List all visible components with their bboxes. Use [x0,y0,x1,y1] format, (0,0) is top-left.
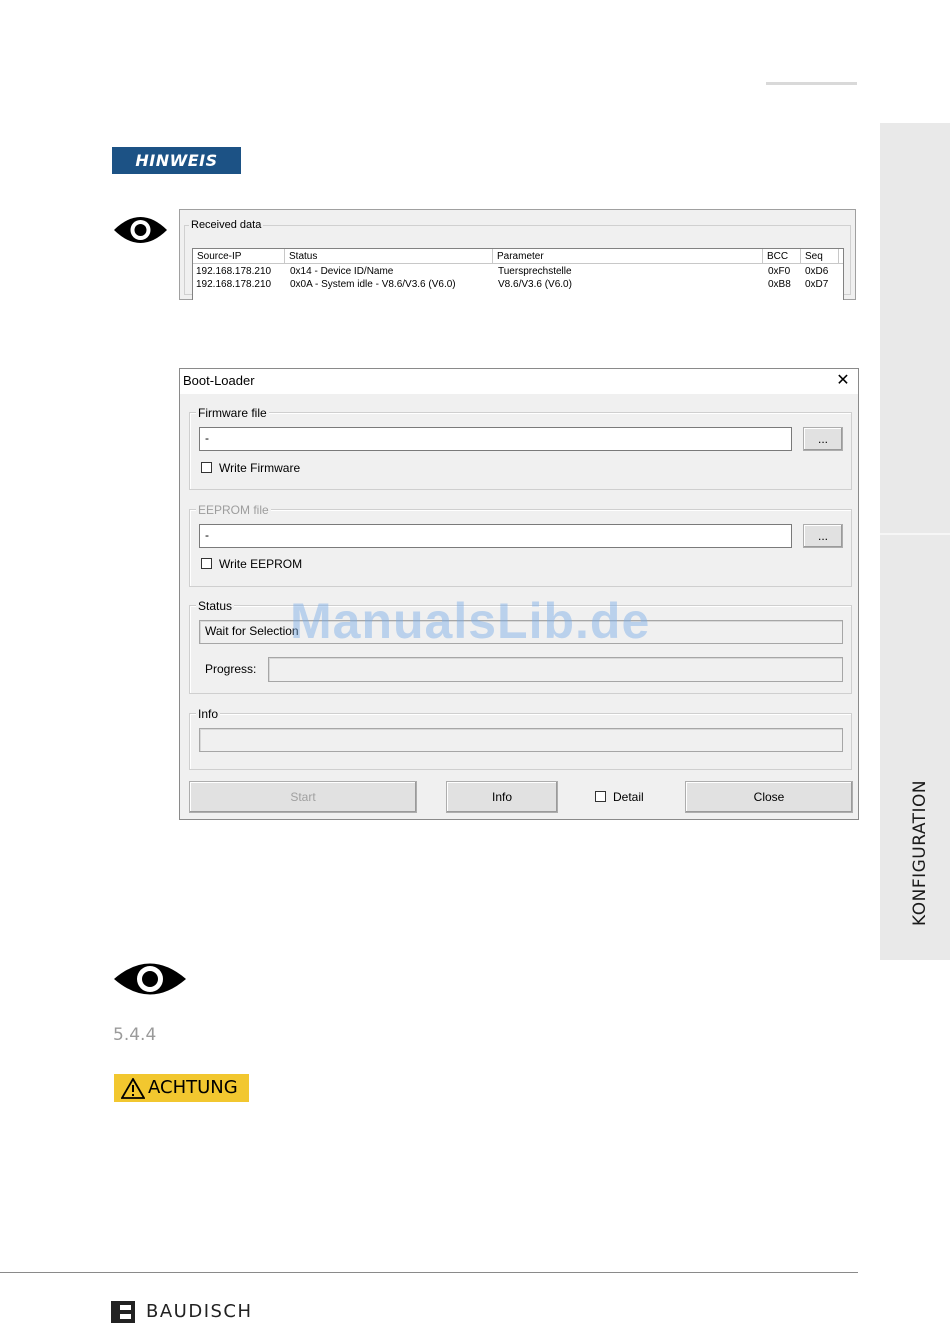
column-header-seq[interactable]: Seq [801,249,839,263]
firmware-file-legend: Firmware file [196,406,269,420]
row-1-parameter[interactable]: Tuersprechstelle [498,265,572,278]
column-header-parameter[interactable]: Parameter [493,249,763,263]
eeprom-file-input[interactable]: - [199,524,792,548]
chapter-label: KONFIGURATION [910,779,930,926]
column-header-status[interactable]: Status [285,249,493,263]
row-2-parameter[interactable]: V8.6/V3.6 (V6.0) [498,278,572,291]
row-2-status[interactable]: 0x0A - System idle - V8.6/V3.6 (V6.0) [290,278,456,291]
close-icon[interactable]: ✕ [834,370,852,390]
row-2-source-ip[interactable]: 192.168.178.210 [196,278,271,291]
write-eeprom-checkbox[interactable] [201,558,212,569]
footer-rule [0,1272,858,1273]
firmware-browse-button[interactable]: ... [803,427,843,451]
progress-label: Progress: [205,662,257,676]
firmware-file-group [189,412,852,490]
warning-triangle-icon [121,1078,145,1099]
section-number: 5.4.4 [113,1025,157,1045]
detail-checkbox[interactable] [595,791,606,802]
header-separator [193,263,843,264]
info-field [199,728,843,752]
eye-icon [114,217,167,243]
write-firmware-label[interactable]: Write Firmware [219,461,300,475]
column-header-bcc[interactable]: BCC [763,249,801,263]
eeprom-browse-button[interactable]: ... [803,524,843,548]
top-rule [766,82,857,85]
eeprom-file-legend: EEPROM file [196,503,271,517]
row-1-bcc[interactable]: 0xF0 [768,265,790,278]
achtung-label: ACHTUNG [148,1077,238,1098]
brand-name: BAUDISCH [146,1301,253,1322]
side-tab-divider [880,533,950,535]
info-legend: Info [196,707,221,721]
progress-bar [268,657,843,682]
received-data-legend: Received data [189,219,264,231]
baudisch-logo-icon [111,1301,135,1323]
status-legend: Status [196,599,235,613]
eeprom-file-group [189,509,852,587]
window-title: Boot-Loader [183,373,255,388]
window-titlebar[interactable] [180,369,858,394]
row-1-source-ip[interactable]: 192.168.178.210 [196,265,271,278]
write-firmware-checkbox[interactable] [201,462,212,473]
row-1-seq[interactable]: 0xD6 [805,265,828,278]
row-2-bcc[interactable]: 0xB8 [768,278,791,291]
row-1-status[interactable]: 0x14 - Device ID/Name [290,265,393,278]
write-eeprom-label[interactable]: Write EEPROM [219,557,302,571]
close-button[interactable]: Close [685,781,853,813]
start-button[interactable]: Start [189,781,417,813]
info-button[interactable]: Info [446,781,558,813]
firmware-file-input[interactable]: - [199,427,792,451]
row-2-seq[interactable]: 0xD7 [805,278,828,291]
hinweis-label: HINWEIS [112,147,241,174]
eye-icon [114,963,186,995]
detail-label[interactable]: Detail [613,790,644,804]
column-header-source-ip[interactable]: Source-IP [193,249,285,263]
watermark: ManualsLib.de [290,593,651,649]
